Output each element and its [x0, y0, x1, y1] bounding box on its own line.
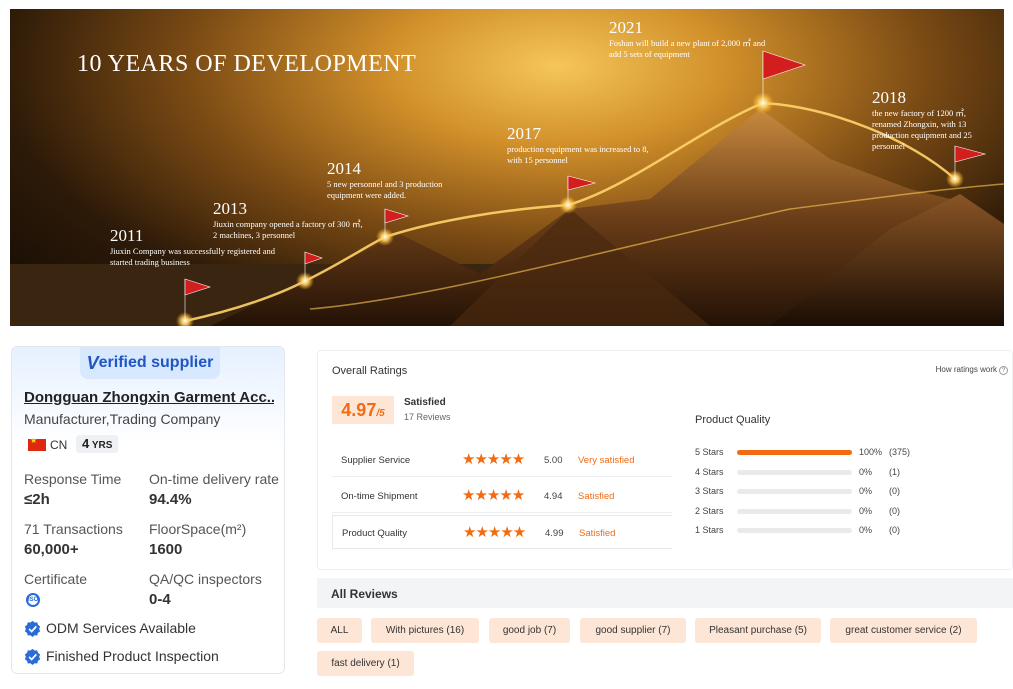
stat-label-response-time: Response Time	[24, 471, 122, 487]
subrating-ontime-shipment[interactable]: On-time Shipment ★★★★★ 4.94 Satisfied	[332, 479, 672, 513]
service-inspection: Finished Product Inspection	[46, 648, 219, 664]
subrating-product-quality[interactable]: Product Quality ★★★★★ 4.99 Satisfied	[332, 515, 672, 549]
review-count: 17 Reviews	[404, 412, 451, 422]
star-icons: ★★★★★	[462, 451, 525, 468]
breakdown-bar-track	[737, 508, 852, 514]
stat-value-qaqc: 0-4	[149, 591, 171, 608]
business-type: Manufacturer,Trading Company	[24, 411, 221, 427]
breakdown-percent: 0%	[859, 486, 873, 496]
stat-value-floorspace: 1600	[149, 541, 183, 558]
overall-score: 4.97	[341, 399, 377, 420]
breakdown-row: 3 Stars 0% (0)	[695, 486, 995, 498]
china-flag-icon	[28, 436, 46, 451]
stat-label-qaqc: QA/QC inspectors	[149, 571, 262, 587]
breakdown-bar-track	[737, 450, 852, 455]
breakdown-row: 4 Stars 0% (1)	[695, 467, 995, 479]
breakdown-count: (1)	[889, 466, 900, 477]
milestone-2014: 2014 5 new personnel and 3 production eq…	[327, 159, 443, 200]
breakdown-percent: 100%	[859, 447, 883, 457]
development-banner: 10 YEARS OF DEVELOPMENT 2011 Jiuxin Comp…	[10, 9, 1004, 326]
years-badge: 4 YRS	[76, 435, 119, 453]
breakdown-count: (0)	[889, 486, 900, 496]
breakdown-title: Product Quality	[695, 414, 771, 426]
stat-value-ontime-delivery: 94.4%	[149, 491, 192, 508]
breakdown-bar-track	[737, 489, 852, 494]
stat-value-transactions: 60,000+	[24, 541, 79, 558]
stat-label-certificate: Certificate	[24, 571, 88, 587]
banner-title: 10 YEARS OF DEVELOPMENT	[77, 51, 417, 77]
breakdown-bar-track	[737, 528, 852, 533]
breakdown-label: 3 Stars	[695, 486, 724, 496]
overall-ratings-title: Overall Ratings	[332, 365, 408, 377]
ratings-panel: Overall Ratings How ratings work? 4.97/5…	[317, 350, 1013, 570]
breakdown-label: 5 Stars	[695, 447, 724, 457]
milestone-2021: 2021 Foshan will build a new plant of 2,…	[609, 18, 766, 59]
review-tag-great-customer-service[interactable]: great customer service (2)	[830, 618, 977, 643]
overall-score-box: 4.97/5	[332, 396, 394, 424]
breakdown-count: (0)	[889, 505, 900, 516]
how-ratings-work-link[interactable]: How ratings work?	[936, 365, 1008, 375]
review-tag-pleasant-purchase[interactable]: Pleasant purchase (5)	[695, 618, 821, 643]
subrating-supplier-service[interactable]: Supplier Service ★★★★★ 5.00 Very satisfi…	[332, 443, 672, 477]
review-tag-all[interactable]: ALL	[317, 618, 362, 643]
breakdown-bar-track	[737, 469, 852, 475]
breakdown-label: 2 Stars	[695, 505, 724, 516]
star-icons: ★★★★★	[463, 524, 526, 541]
breakdown-percent: 0%	[859, 525, 873, 535]
breakdown-percent: 0%	[859, 505, 873, 516]
breakdown-row: 1 Stars 0% (0)	[695, 525, 995, 537]
breakdown-label: 4 Stars	[695, 466, 724, 477]
breakdown-row: 2 Stars 0% (0)	[695, 506, 995, 518]
breakdown-count: (375)	[889, 447, 911, 457]
verified-check-icon	[24, 648, 41, 665]
service-odm: ODM Services Available	[46, 620, 196, 636]
breakdown-count: (0)	[889, 525, 900, 535]
milestone-2013: 2013 Jiuxin company opened a factory of …	[213, 199, 363, 240]
overall-sentiment: Satisfied	[404, 397, 446, 408]
iso-certificate-icon[interactable]: ISO	[26, 593, 40, 607]
supplier-card: Verified supplier Dongguan Zhongxin Garm…	[11, 346, 285, 674]
breakdown-bar-fill	[737, 450, 852, 455]
breakdown-percent: 0%	[859, 466, 873, 477]
breakdown-row: 5 Stars 100% (375)	[695, 447, 995, 459]
milestone-2018: 2018 the new factory of 1200 ㎡, renamed …	[872, 88, 972, 151]
review-tag-good-supplier[interactable]: good supplier (7)	[580, 618, 686, 643]
company-name-link[interactable]: Dongguan Zhongxin Garment Acc...	[24, 389, 274, 406]
all-reviews-header: All Reviews	[317, 578, 1013, 608]
verified-supplier-badge: Verified supplier	[80, 347, 220, 379]
review-tag-fast-delivery[interactable]: fast delivery (1)	[317, 651, 414, 676]
verified-check-icon	[24, 620, 41, 637]
review-tag-good-job[interactable]: good job (7)	[489, 618, 570, 643]
country-code: CN	[50, 438, 68, 452]
all-reviews-title: All Reviews	[331, 587, 398, 601]
review-tag-with-pictures[interactable]: With pictures (16)	[371, 618, 479, 643]
milestone-2017: 2017 production equipment was increased …	[507, 124, 649, 165]
stat-label-ontime-delivery: On-time delivery rate	[149, 471, 279, 487]
help-icon: ?	[999, 366, 1008, 375]
star-icons: ★★★★★	[462, 487, 525, 504]
breakdown-label: 1 Stars	[695, 525, 724, 535]
stat-label-transactions: 71 Transactions	[24, 521, 123, 537]
stat-label-floorspace: FloorSpace(m²)	[149, 521, 247, 537]
stat-value-response-time: ≤2h	[24, 491, 50, 508]
